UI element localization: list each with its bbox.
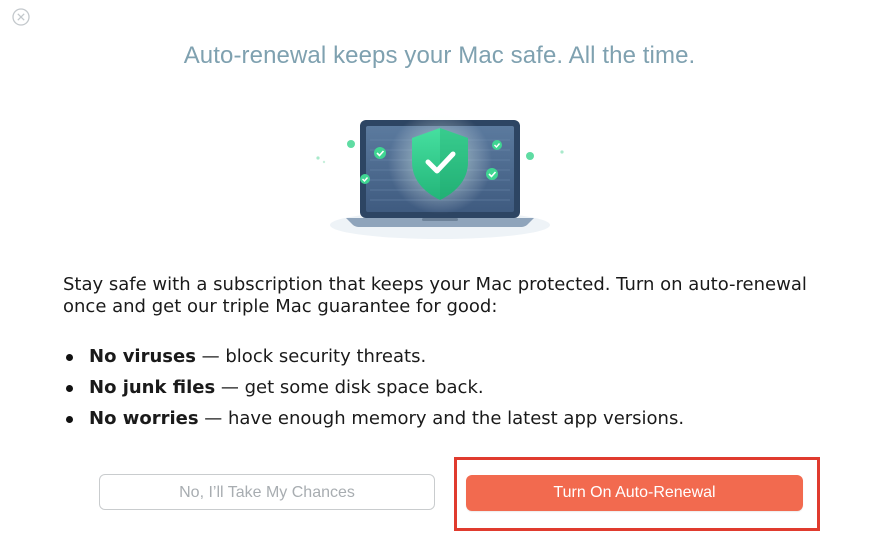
feature-text: — block security threats.	[195, 346, 427, 367]
bullet-icon	[66, 385, 73, 392]
feature-list: No viruses — block security threats. No …	[63, 346, 853, 439]
feature-text: — get some disk space back.	[215, 377, 484, 398]
close-button[interactable]	[11, 7, 31, 27]
close-circle-icon[interactable]	[11, 7, 31, 27]
decline-button[interactable]: No, I’ll Take My Chances	[99, 474, 435, 510]
list-item: No junk files — get some disk space back…	[63, 377, 853, 399]
feature-title: No viruses	[89, 346, 196, 367]
hero-illustration	[300, 100, 580, 250]
headline: Auto-renewal keeps your Mac safe. All th…	[183, 42, 696, 69]
feature-title: No worries	[89, 408, 199, 429]
intro-text: Stay safe with a subscription that keeps…	[63, 274, 807, 317]
list-item: No worries — have enough memory and the …	[63, 408, 853, 430]
list-item: No viruses — block security threats.	[63, 346, 853, 368]
feature-title: No junk files	[89, 377, 216, 398]
feature-text: — have enough memory and the latest app …	[198, 408, 685, 429]
bullet-icon	[66, 354, 73, 361]
bullet-icon	[66, 416, 73, 423]
laptop-shield-icon	[316, 110, 564, 239]
turn-on-auto-renewal-button[interactable]: Turn On Auto-Renewal	[466, 475, 803, 511]
